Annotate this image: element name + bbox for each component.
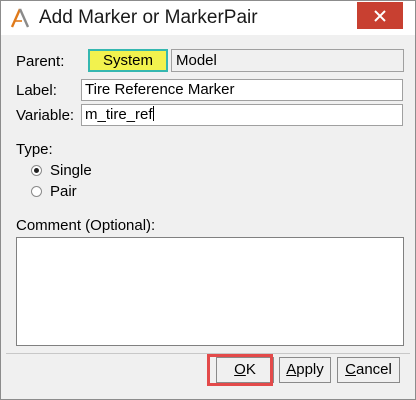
parent-model-button[interactable]: Model [171, 49, 404, 72]
apply-label-rest: pply [296, 361, 324, 378]
variable-input[interactable]: m_tire_ref [81, 104, 403, 126]
window-title: Add Marker or MarkerPair [39, 7, 258, 28]
variable-input-value: m_tire_ref [85, 106, 153, 123]
dialog-body: Parent: System Model Label: Tire Referen… [1, 35, 415, 399]
label-input[interactable]: Tire Reference Marker [81, 79, 403, 101]
parent-label: Parent: [16, 53, 65, 70]
cancel-label-rest: ancel [355, 361, 392, 378]
apply-mnemonic: A [286, 361, 297, 378]
type-pair-label: Pair [50, 183, 77, 200]
label-field-label: Label: [16, 82, 57, 99]
close-icon [374, 9, 386, 22]
type-single-radio[interactable]: Single [31, 162, 92, 179]
cancel-button[interactable]: Cancel [337, 357, 400, 383]
ok-highlight-box [207, 354, 273, 386]
type-label: Type: [16, 141, 53, 158]
radio-checked-icon [31, 165, 42, 176]
close-button[interactable] [357, 2, 403, 29]
title-bar[interactable]: Add Marker or MarkerPair [1, 1, 415, 35]
hyperworks-logo-icon [10, 8, 30, 28]
variable-field-label: Variable: [16, 107, 75, 124]
parent-system-button[interactable]: System [88, 49, 168, 72]
type-pair-radio[interactable]: Pair [31, 183, 77, 200]
label-input-value: Tire Reference Marker [85, 81, 235, 98]
type-single-label: Single [50, 162, 92, 179]
radio-unchecked-icon [31, 186, 42, 197]
apply-button[interactable]: Apply [279, 357, 331, 383]
comment-textarea[interactable] [16, 237, 404, 346]
cancel-mnemonic: C [345, 361, 356, 378]
comment-label: Comment (Optional): [16, 217, 156, 234]
text-cursor [152, 106, 154, 121]
add-marker-dialog: Add Marker or MarkerPair Parent: System … [0, 0, 416, 400]
